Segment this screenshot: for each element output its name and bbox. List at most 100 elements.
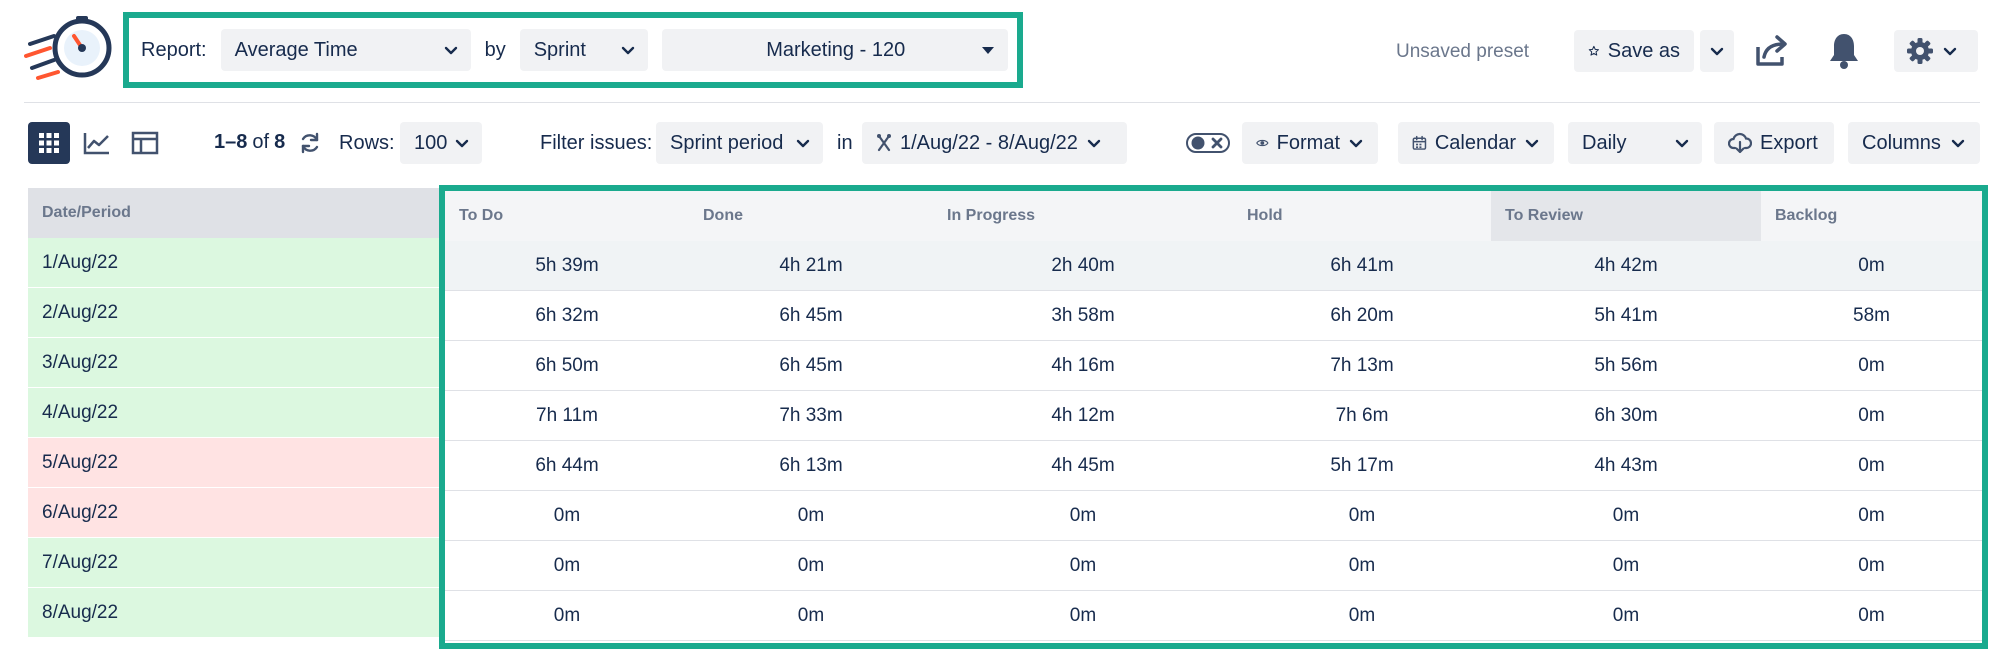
report-config-panel: Report: Average Time by Sprint Marketing… bbox=[123, 12, 1023, 88]
time-cell[interactable]: 6h 50m bbox=[445, 341, 689, 391]
table-row: 6h 50m 6h 45m 4h 16m 7h 13m 5h 56m 0m bbox=[445, 341, 1982, 391]
column-header[interactable]: Backlog bbox=[1761, 191, 1982, 241]
save-as-button[interactable]: Save as bbox=[1574, 30, 1694, 72]
time-cell[interactable]: 0m bbox=[1491, 491, 1761, 541]
table-row: 6h 44m 6h 13m 4h 45m 5h 17m 4h 43m 0m bbox=[445, 441, 1982, 491]
group-by-value: Sprint bbox=[533, 38, 586, 61]
time-cell[interactable]: 6h 20m bbox=[1233, 291, 1491, 341]
time-cell[interactable]: 0m bbox=[1761, 541, 1982, 591]
rows-value: 100 bbox=[414, 131, 448, 154]
table-row: 7h 11m 7h 33m 4h 12m 7h 6m 6h 30m 0m bbox=[445, 391, 1982, 441]
bell-icon[interactable] bbox=[1828, 31, 1860, 69]
time-cell[interactable]: 4h 16m bbox=[933, 341, 1233, 391]
group-by-select[interactable]: Sprint bbox=[519, 29, 648, 71]
column-header[interactable]: Done bbox=[689, 191, 933, 241]
time-cell[interactable]: 3h 58m bbox=[933, 291, 1233, 341]
chart-view-button[interactable] bbox=[76, 122, 118, 164]
time-cell[interactable]: 4h 12m bbox=[933, 391, 1233, 441]
page-total: 8 bbox=[274, 131, 286, 153]
in-label: in bbox=[837, 132, 853, 154]
time-cell[interactable]: 6h 44m bbox=[445, 441, 689, 491]
date-period-header[interactable]: Date/Period bbox=[28, 188, 440, 238]
time-cell[interactable]: 0m bbox=[445, 541, 689, 591]
format-button[interactable]: Format bbox=[1242, 122, 1378, 164]
report-type-select[interactable]: Average Time bbox=[220, 29, 471, 71]
view-switcher bbox=[28, 122, 166, 164]
column-header[interactable]: In Progress bbox=[933, 191, 1233, 241]
date-range-select[interactable]: 1/Aug/22 - 8/Aug/22 bbox=[862, 122, 1127, 164]
time-cell[interactable]: 0m bbox=[1761, 241, 1982, 291]
time-cell[interactable]: 6h 45m bbox=[689, 291, 933, 341]
column-header[interactable]: To Do bbox=[445, 191, 689, 241]
unsaved-preset-text: Unsaved preset bbox=[1396, 41, 1530, 62]
time-cell[interactable]: 0m bbox=[445, 491, 689, 541]
time-cell[interactable]: 0m bbox=[1761, 391, 1982, 441]
time-cell[interactable]: 0m bbox=[1761, 591, 1982, 641]
time-cell[interactable]: 7h 33m bbox=[689, 391, 933, 441]
filter-issues-select[interactable]: Sprint period bbox=[656, 122, 823, 164]
settings-button[interactable] bbox=[1894, 30, 1978, 72]
time-cell[interactable]: 0m bbox=[1233, 491, 1491, 541]
share-icon[interactable] bbox=[1754, 33, 1790, 69]
star-icon bbox=[1588, 45, 1600, 56]
time-cell[interactable]: 6h 13m bbox=[689, 441, 933, 491]
time-cell[interactable]: 0m bbox=[1233, 591, 1491, 641]
table-row: 6h 32m 6h 45m 3h 58m 6h 20m 5h 41m 58m bbox=[445, 291, 1982, 341]
time-cell[interactable]: 6h 30m bbox=[1491, 391, 1761, 441]
table-view-button[interactable] bbox=[124, 122, 166, 164]
calendar-label: Calendar bbox=[1434, 131, 1516, 154]
time-cell[interactable]: 4h 43m bbox=[1491, 441, 1761, 491]
time-cell[interactable]: 7h 6m bbox=[1233, 391, 1491, 441]
export-button[interactable]: Export bbox=[1714, 122, 1834, 164]
time-cell[interactable]: 2h 40m bbox=[933, 241, 1233, 291]
toggle-switch[interactable] bbox=[1186, 131, 1230, 155]
refresh-icon[interactable] bbox=[298, 131, 322, 155]
calendar-button[interactable]: Calendar bbox=[1398, 122, 1554, 164]
time-cell[interactable]: 6h 32m bbox=[445, 291, 689, 341]
time-cell[interactable]: 0m bbox=[689, 541, 933, 591]
time-cell[interactable]: 0m bbox=[689, 491, 933, 541]
time-cell[interactable]: 0m bbox=[689, 591, 933, 641]
grid-view-button[interactable] bbox=[28, 122, 70, 164]
time-cell[interactable]: 58m bbox=[1761, 291, 1982, 341]
time-cell[interactable]: 6h 45m bbox=[689, 341, 933, 391]
time-cell[interactable]: 0m bbox=[1761, 441, 1982, 491]
time-cell[interactable]: 0m bbox=[1233, 541, 1491, 591]
time-cell[interactable]: 0m bbox=[1491, 591, 1761, 641]
page-dash: – bbox=[225, 131, 237, 153]
rows-label: Rows: bbox=[339, 132, 395, 154]
time-cell[interactable]: 0m bbox=[445, 591, 689, 641]
rows-select[interactable]: 100 bbox=[400, 122, 482, 164]
chevron-down-icon bbox=[1710, 47, 1724, 56]
columns-button[interactable]: Columns bbox=[1848, 122, 1980, 164]
time-cell[interactable]: 0m bbox=[1491, 541, 1761, 591]
save-options-button[interactable] bbox=[1700, 30, 1734, 72]
time-cell[interactable]: 4h 21m bbox=[689, 241, 933, 291]
time-cell[interactable]: 4h 45m bbox=[933, 441, 1233, 491]
time-cell[interactable]: 0m bbox=[1761, 491, 1982, 541]
table-row: 0m 0m 0m 0m 0m 0m bbox=[445, 541, 1982, 591]
time-cell[interactable]: 5h 17m bbox=[1233, 441, 1491, 491]
time-cell[interactable]: 7h 13m bbox=[1233, 341, 1491, 391]
chevron-down-icon bbox=[1951, 139, 1965, 148]
sprint-select[interactable]: Marketing - 120 bbox=[661, 29, 1008, 71]
column-header[interactable]: To Review bbox=[1491, 191, 1761, 241]
time-cell[interactable]: 0m bbox=[933, 541, 1233, 591]
time-cell[interactable]: 5h 56m bbox=[1491, 341, 1761, 391]
time-cell[interactable]: 5h 41m bbox=[1491, 291, 1761, 341]
table-row: 0m 0m 0m 0m 0m 0m bbox=[445, 591, 1982, 641]
time-cell[interactable]: 7h 11m bbox=[445, 391, 689, 441]
time-cell[interactable]: 4h 42m bbox=[1491, 241, 1761, 291]
time-cell[interactable]: 6h 41m bbox=[1233, 241, 1491, 291]
caret-down-icon bbox=[981, 46, 994, 54]
gear-icon bbox=[1907, 38, 1933, 64]
date-cell: 5/Aug/22 bbox=[28, 438, 440, 488]
granularity-select[interactable]: Daily bbox=[1568, 122, 1702, 164]
time-cell[interactable]: 0m bbox=[933, 491, 1233, 541]
column-header[interactable]: Hold bbox=[1233, 191, 1491, 241]
chevron-down-icon bbox=[1525, 139, 1539, 148]
time-cell[interactable]: 0m bbox=[933, 591, 1233, 641]
time-cell[interactable]: 0m bbox=[1761, 341, 1982, 391]
date-cell: 8/Aug/22 bbox=[28, 588, 440, 638]
time-cell[interactable]: 5h 39m bbox=[445, 241, 689, 291]
